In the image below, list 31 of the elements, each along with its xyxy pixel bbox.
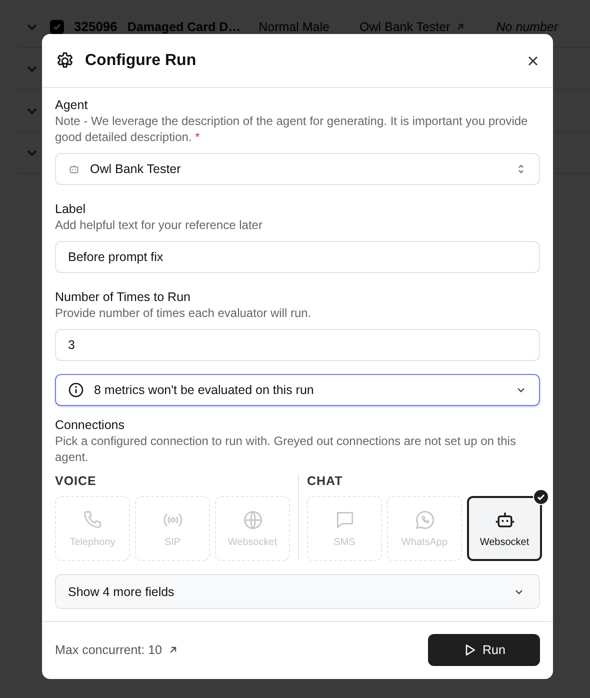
max-concurrent-link[interactable]: Max concurrent: 10 <box>55 643 179 657</box>
row-checkbox[interactable] <box>50 20 64 34</box>
field-label: Label <box>55 201 87 217</box>
times-input[interactable]: 3 <box>55 329 540 361</box>
check-icon <box>533 489 549 505</box>
row-title: Damaged Card D… <box>127 20 241 34</box>
field-label: Connections <box>55 417 126 433</box>
field-hint: Add helpful text for your reference later <box>55 217 264 233</box>
group-heading: VOICE <box>55 474 98 488</box>
phone-icon <box>82 509 104 531</box>
field-hint: Provide number of times each evaluator will run. <box>55 305 312 321</box>
field-label: Number of Times to Run <box>55 289 192 305</box>
globe-icon <box>242 509 264 531</box>
field-label: Agent <box>55 97 89 113</box>
run-button[interactable]: Run <box>428 634 540 666</box>
dialog-title: Configure Run <box>85 52 198 70</box>
row-phone: No number <box>496 20 558 34</box>
settings-icon <box>55 50 75 70</box>
connection-tile[interactable]: Websocket <box>467 496 542 561</box>
chat-phone-icon <box>414 509 436 531</box>
field-hint: Note - We leverage the description of the agent for generating. It is important you provide good detailed description. * <box>55 113 529 145</box>
label-input[interactable]: Before prompt fix <box>55 241 540 273</box>
row-id: 325096 <box>74 19 118 34</box>
metrics-notice[interactable]: 8 metrics won't be evaluated on this run <box>55 374 540 406</box>
group-heading: CHAT <box>307 474 344 488</box>
close-icon[interactable] <box>527 54 539 66</box>
field-hint: Pick a configured connection to run with. Greyed out connections are not set up on this agent. <box>55 433 517 465</box>
agent-select[interactable]: Owl Bank Tester <box>55 153 540 185</box>
show-more-fields-button[interactable]: Show 4 more fields <box>55 574 540 609</box>
row-voice: Normal Male <box>258 20 330 34</box>
info-icon <box>68 382 84 398</box>
